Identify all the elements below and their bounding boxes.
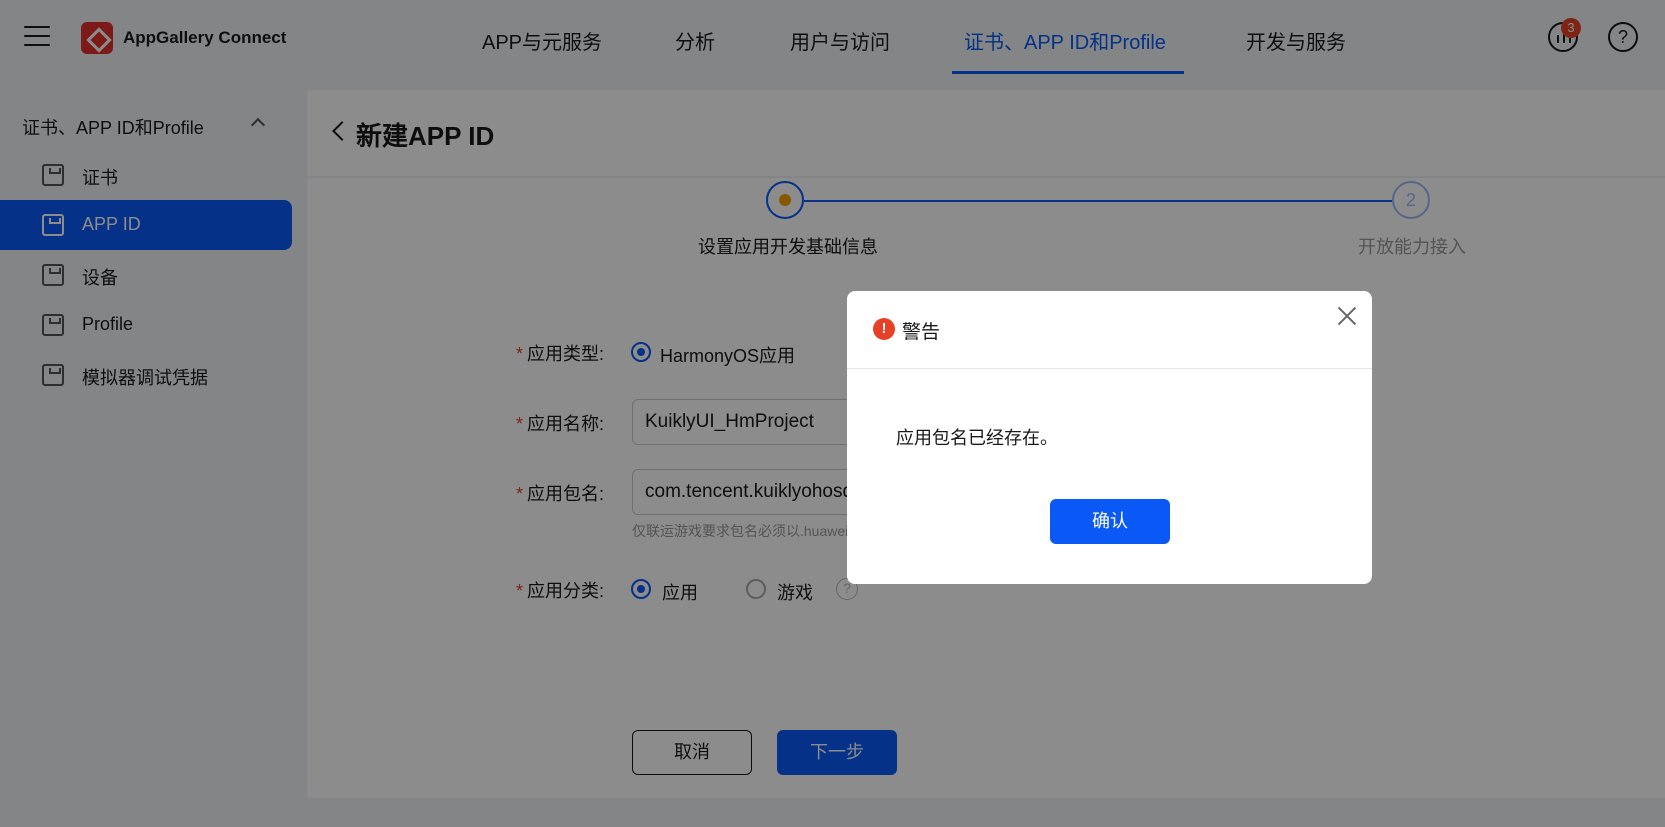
confirm-button[interactable]: 确认: [1050, 499, 1170, 544]
warning-icon: !: [873, 318, 895, 340]
dialog-divider: [847, 368, 1372, 369]
close-icon[interactable]: [1334, 303, 1360, 329]
modal-overlay[interactable]: [0, 0, 1665, 827]
dialog-message: 应用包名已经存在。: [896, 428, 1058, 448]
warning-dialog: ! 警告 应用包名已经存在。 确认: [847, 291, 1372, 584]
dialog-title: 警告: [902, 322, 941, 343]
